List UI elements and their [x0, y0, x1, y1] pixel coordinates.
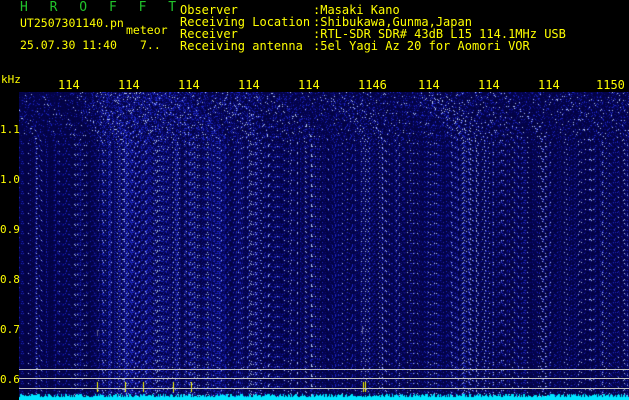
event-count: 7.. [140, 38, 161, 52]
frequency-tick-label: 114 [538, 78, 560, 92]
frequency-tick-label: 1150 [596, 78, 625, 92]
reference-line-upper [19, 369, 629, 370]
frequency-tick-label: 1146 [358, 78, 387, 92]
time-tick-label: 1.1 [0, 123, 20, 136]
reference-line-middle [19, 378, 629, 379]
app-title: H R O F F T [20, 0, 184, 15]
reference-line-lower [19, 388, 629, 389]
frequency-tick-label: 114 [178, 78, 200, 92]
frequency-tick-label: 114 [418, 78, 440, 92]
header: H R O F F T UT2507301140.pn meteor 25.07… [0, 0, 629, 86]
time-tick-label: 0.9 [0, 223, 20, 236]
frequency-axis: 114 114 114 114 114 1146 114 114 114 1150 [0, 78, 629, 92]
file-name: UT2507301140.pn [20, 16, 124, 30]
antenna-value: :5el Yagi Az 20 for Aomori VOR [313, 39, 530, 53]
frequency-tick-label: 114 [298, 78, 320, 92]
time-axis: 1.1 1.0 0.9 0.8 0.7 0.6 [0, 92, 20, 400]
date-time: 25.07.30 11:40 [20, 38, 117, 52]
antenna-label: Receiving antenna [180, 39, 303, 53]
detection-tag: meteor [126, 23, 168, 37]
time-tick-label: 0.6 [0, 373, 20, 386]
frequency-tick-label: 114 [238, 78, 260, 92]
time-tick-label: 1.0 [0, 173, 20, 186]
time-tick-label: 0.7 [0, 323, 20, 336]
frequency-tick-label: 114 [118, 78, 140, 92]
frequency-tick-label: 114 [58, 78, 80, 92]
waterfall-spectrogram [19, 92, 629, 400]
waterfall-canvas [19, 92, 629, 400]
time-tick-label: 0.8 [0, 273, 20, 286]
frequency-tick-label: 114 [478, 78, 500, 92]
